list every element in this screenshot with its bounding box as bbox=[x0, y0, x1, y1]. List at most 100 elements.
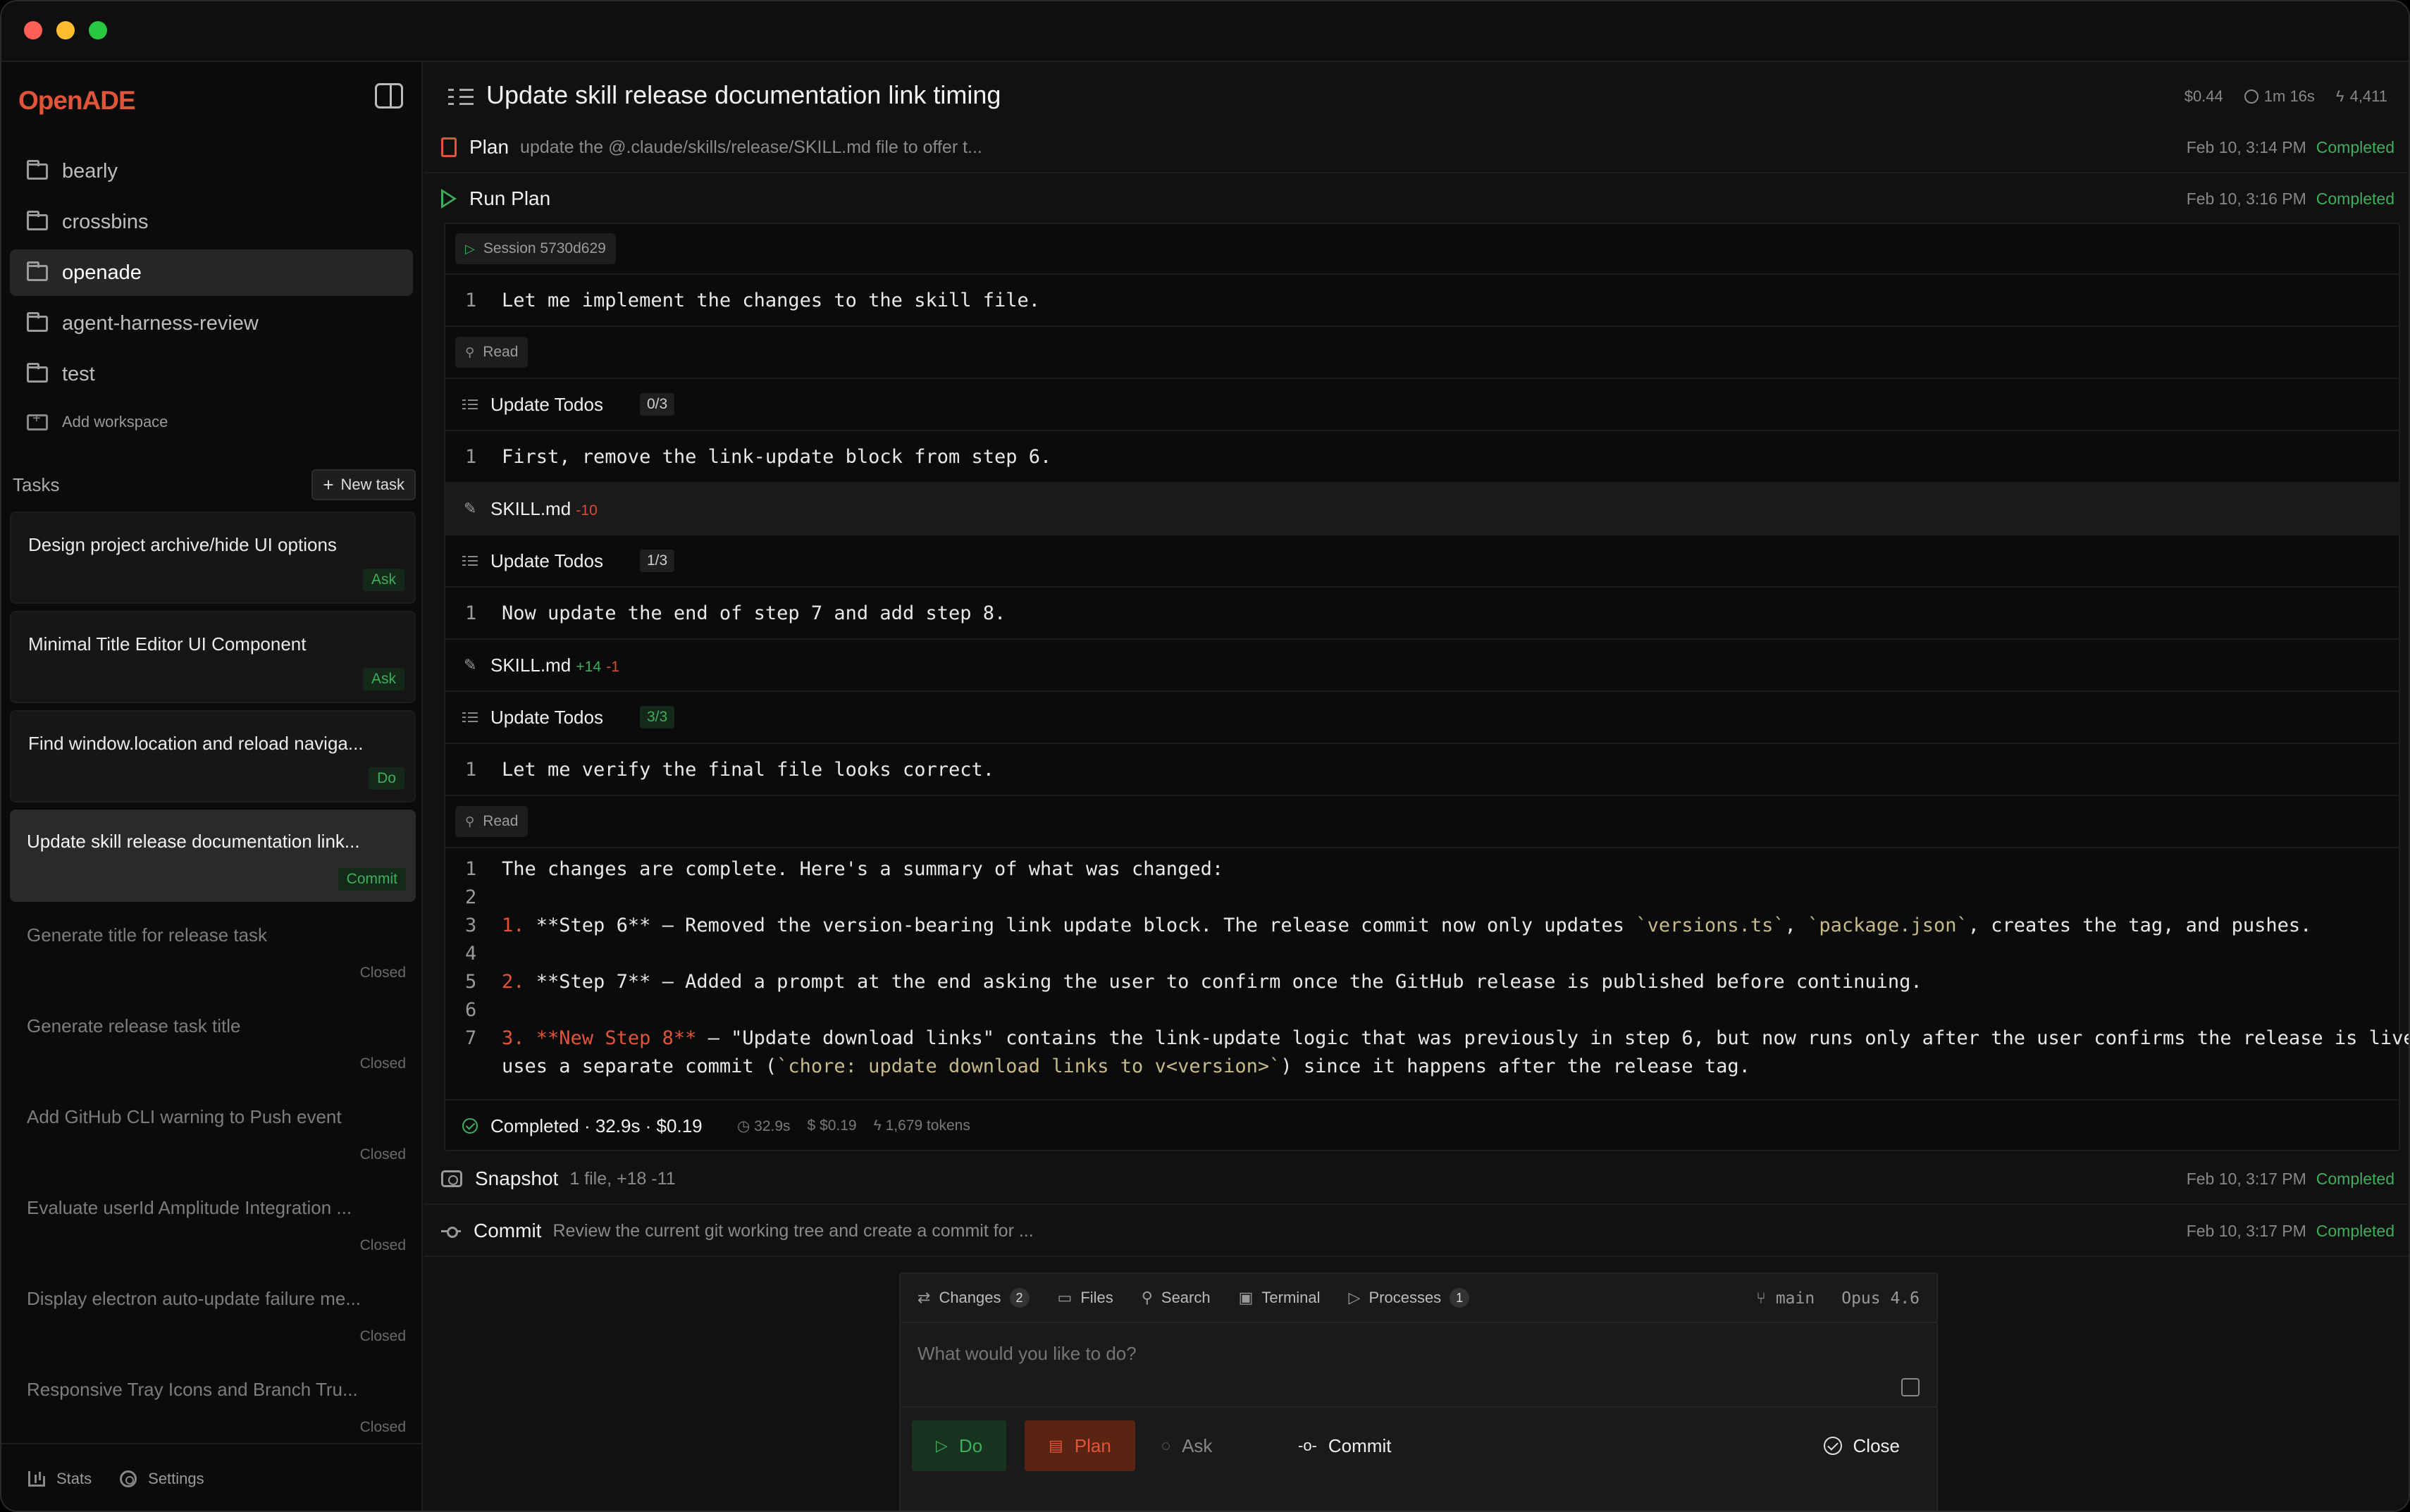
task-item[interactable]: Find window.location and reload naviga..… bbox=[10, 710, 416, 803]
tab-changes[interactable]: ⇄ Changes 2 bbox=[917, 1288, 1030, 1308]
do-button[interactable]: ▷ Do bbox=[912, 1420, 1007, 1471]
run-plan-row[interactable]: Run Plan Feb 10, 3:16 PM Completed bbox=[424, 173, 2409, 224]
todos-row[interactable]: Update Todos 0/3 bbox=[445, 379, 2399, 431]
task-item[interactable]: Generate title for release task Closed bbox=[10, 909, 416, 993]
task-item[interactable]: Generate release task title Closed bbox=[10, 1000, 416, 1084]
ask-label: Ask bbox=[1182, 1434, 1213, 1456]
file-edit-row[interactable]: ✎ SKILL.md +14 -1 bbox=[445, 640, 2399, 692]
branch-selector[interactable]: ⑂ main bbox=[1756, 1289, 1815, 1308]
new-task-button[interactable]: + New task bbox=[311, 469, 416, 500]
task-title: Generate release task title bbox=[27, 1015, 241, 1036]
workspace-item-active[interactable]: openade bbox=[10, 249, 413, 296]
read-chip[interactable]: ⚲ Read bbox=[455, 806, 529, 837]
model-selector[interactable]: Opus 4.6 bbox=[1841, 1289, 1920, 1308]
attach-image-icon[interactable] bbox=[1901, 1378, 1920, 1396]
folder-icon bbox=[27, 311, 48, 332]
read-tool-row: ⚲ Read bbox=[445, 796, 2399, 848]
task-title: Responsive Tray Icons and Branch Tru... bbox=[27, 1379, 358, 1400]
plain-text: , bbox=[1784, 915, 1808, 936]
settings-button[interactable]: Settings bbox=[120, 1470, 204, 1488]
task-item[interactable]: Design project archive/hide UI options As… bbox=[10, 512, 416, 604]
completed-row: Completed · 32.9s · $0.19 ◷ 32.9s $ $0.1… bbox=[445, 1101, 2399, 1151]
tab-search[interactable]: ⚲ Search bbox=[1142, 1289, 1211, 1307]
task-badge: Closed bbox=[359, 1328, 406, 1344]
commit-button[interactable]: -o- Commit bbox=[1274, 1420, 1415, 1471]
commit-label: Commit bbox=[474, 1220, 542, 1241]
task-item[interactable]: Responsive Tray Icons and Branch Tru... C… bbox=[10, 1363, 416, 1447]
tab-processes[interactable]: ▷ Processes 1 bbox=[1349, 1288, 1470, 1308]
sidebar: OpenADE bearly crossbins openade agent-h… bbox=[1, 62, 423, 1511]
inline-code: `chore: update download links to v<versi… bbox=[777, 1055, 1281, 1077]
plan-button[interactable]: ▤ Plan bbox=[1025, 1420, 1135, 1471]
task-title: Evaluate userId Amplitude Integration ..… bbox=[27, 1197, 352, 1218]
snapshot-row[interactable]: Snapshot 1 file, +18 -11 Feb 10, 3:17 PM… bbox=[424, 1154, 2409, 1205]
tab-terminal[interactable]: ▣ Terminal bbox=[1239, 1289, 1321, 1307]
run-plan-label: Run Plan bbox=[469, 187, 551, 209]
bold-text: **Step 7** bbox=[536, 971, 651, 993]
file-name: SKILL.md -10 bbox=[490, 498, 598, 520]
task-title: Display electron auto-update failure me.… bbox=[27, 1288, 362, 1309]
wrench-icon: ⚲ bbox=[465, 345, 475, 359]
stats-button[interactable]: Stats bbox=[28, 1470, 92, 1488]
task-item[interactable]: Add GitHub CLI warning to Push event Clos… bbox=[10, 1091, 416, 1175]
line-number: 1 bbox=[465, 289, 477, 311]
task-metrics: $0.44 1m 16s ϟ 4,411 bbox=[2185, 87, 2387, 106]
lines-removed: -1 bbox=[606, 658, 619, 675]
todos-label: Update Todos bbox=[490, 393, 603, 415]
maximize-window-button[interactable] bbox=[89, 21, 107, 39]
close-task-button[interactable]: Close bbox=[1800, 1420, 1924, 1471]
checklist-icon bbox=[462, 554, 478, 567]
file-edit-row[interactable]: ✎ SKILL.md -10 bbox=[445, 483, 2399, 535]
todos-label: Update Todos bbox=[490, 550, 603, 571]
completed-time: ◷ 32.9s bbox=[737, 1117, 791, 1134]
sidebar-toggle-icon[interactable] bbox=[375, 83, 403, 109]
todos-label: Update Todos bbox=[490, 706, 603, 728]
task-badge: Closed bbox=[359, 1055, 406, 1072]
task-badge: Do bbox=[369, 767, 404, 790]
close-window-button[interactable] bbox=[24, 21, 42, 39]
task-item[interactable]: Display electron auto-update failure me.… bbox=[10, 1272, 416, 1356]
todos-count: 3/3 bbox=[640, 706, 675, 729]
ask-button[interactable]: ◌ Ask bbox=[1137, 1420, 1236, 1471]
workspace-item[interactable]: agent-harness-review bbox=[10, 300, 413, 347]
stats-label: Stats bbox=[56, 1470, 92, 1487]
workspace-item[interactable]: crossbins bbox=[10, 199, 413, 245]
todos-row[interactable]: Update Todos 3/3 bbox=[445, 692, 2399, 744]
line-number: 3 bbox=[465, 915, 477, 936]
workspace-item[interactable]: test bbox=[10, 351, 413, 397]
workspace-label: openade bbox=[62, 261, 142, 284]
workspace-list: bearly crossbins openade agent-harness-r… bbox=[10, 148, 413, 442]
add-workspace-button[interactable]: Add workspace bbox=[10, 402, 413, 442]
settings-label: Settings bbox=[148, 1470, 204, 1487]
completed-cost-value: $0.19 bbox=[820, 1117, 857, 1134]
task-item[interactable]: Minimal Title Editor UI Component Ask bbox=[10, 611, 416, 703]
session-chip[interactable]: ▷ Session 5730d629 bbox=[455, 233, 616, 264]
line-text: Let me implement the changes to the skil… bbox=[502, 289, 1041, 311]
prompt-input[interactable] bbox=[917, 1343, 1890, 1365]
completed-time-value: 32.9s bbox=[754, 1117, 791, 1134]
plan-status: Completed bbox=[2316, 137, 2394, 156]
document-icon bbox=[441, 137, 457, 157]
completed-summary: Completed · 32.9s · $0.19 bbox=[490, 1115, 703, 1136]
plan-row[interactable]: Plan update the @.claude/skills/release/… bbox=[424, 123, 2409, 173]
lines-added: +14 bbox=[576, 658, 602, 675]
tab-files[interactable]: ▭ Files bbox=[1058, 1289, 1113, 1307]
tokens-metric: ϟ 4,411 bbox=[2336, 87, 2387, 106]
task-item-current[interactable]: Update skill release documentation link.… bbox=[10, 810, 416, 902]
composer-context: ⑂ main Opus 4.6 bbox=[1756, 1289, 1920, 1308]
gear-icon bbox=[120, 1470, 137, 1487]
branch-name: main bbox=[1775, 1289, 1815, 1308]
bold-text: **Step 6** bbox=[536, 915, 651, 936]
task-item[interactable]: Evaluate userId Amplitude Integration ..… bbox=[10, 1182, 416, 1265]
workspace-item[interactable]: bearly bbox=[10, 148, 413, 194]
task-title: Update skill release documentation link.… bbox=[27, 831, 360, 852]
tab-count: 1 bbox=[1450, 1288, 1470, 1308]
commit-row[interactable]: Commit Review the current git working tr… bbox=[424, 1206, 2409, 1257]
snapshot-time: Feb 10, 3:17 PM bbox=[2186, 1169, 2306, 1188]
minimize-window-button[interactable] bbox=[56, 21, 75, 39]
line-text: 2. **Step 7** — Added a prompt at the en… bbox=[502, 971, 1922, 993]
todos-row[interactable]: Update Todos 1/3 bbox=[445, 535, 2399, 588]
composer-actions: ▷ Do ▤ Plan ◌ Ask -o- Commit Close bbox=[901, 1406, 1936, 1471]
session-id: Session 5730d629 bbox=[483, 240, 606, 256]
read-chip[interactable]: ⚲ Read bbox=[455, 337, 529, 368]
